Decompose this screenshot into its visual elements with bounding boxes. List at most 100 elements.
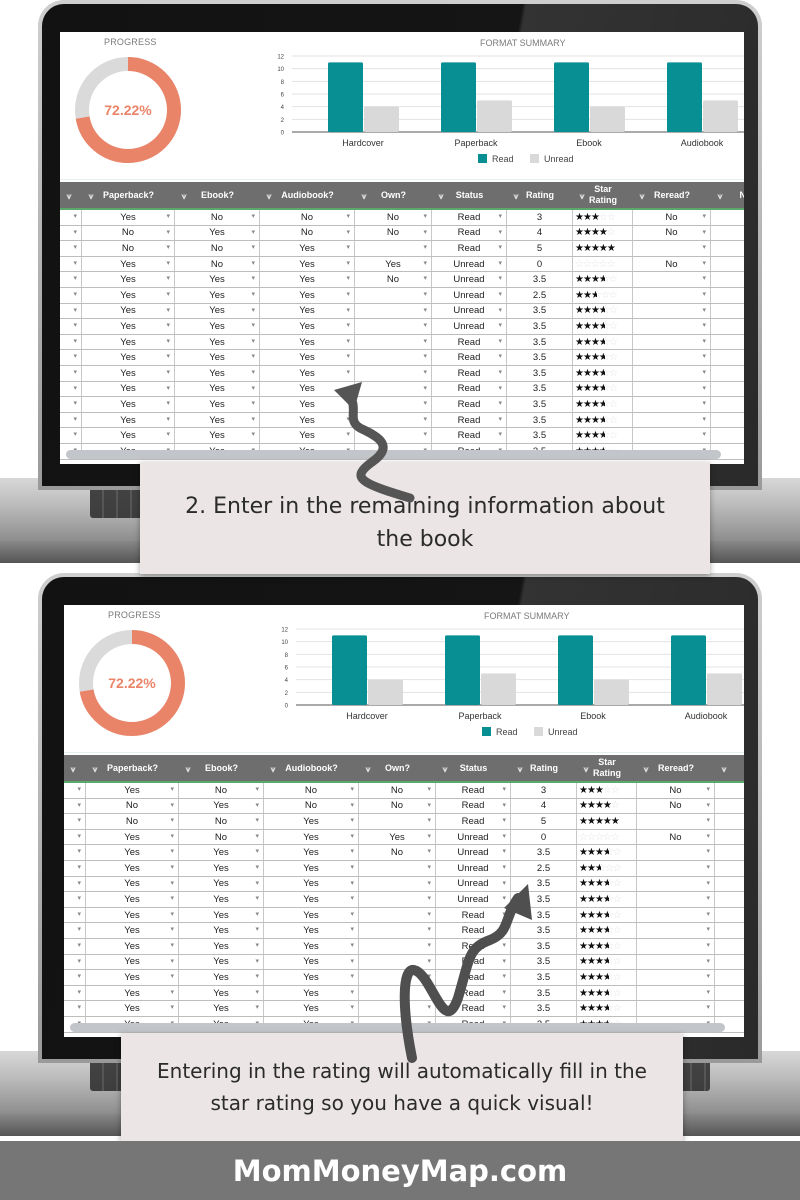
table-cell[interactable] [711, 428, 744, 443]
dropdown-arrow-icon[interactable]: ▾ [350, 832, 354, 840]
dropdown-arrow-icon[interactable]: ▾ [170, 832, 174, 840]
table-cell[interactable]: Yes ▾ [86, 907, 179, 923]
filter-icon[interactable]: ⩛ [264, 191, 274, 202]
table-cell[interactable]: Yes ▾ [260, 303, 355, 319]
column-header[interactable]: ⩛ Reread? [633, 182, 711, 208]
table-cell[interactable]: Yes ▾ [82, 256, 175, 272]
table-cell[interactable]: ▾ [355, 287, 432, 303]
table-cell[interactable]: Read ▾ [432, 428, 507, 443]
table-cell[interactable]: No ▾ [175, 241, 260, 256]
dropdown-arrow-icon[interactable]: ▾ [502, 972, 506, 980]
table-cell[interactable]: ▾ [637, 814, 715, 829]
dropdown-arrow-icon[interactable]: ▾ [706, 863, 710, 871]
table-cell[interactable] [715, 955, 744, 970]
dropdown-arrow-icon[interactable]: ▾ [170, 785, 174, 793]
dropdown-arrow-icon[interactable]: ▾ [77, 941, 81, 949]
dropdown-arrow-icon[interactable]: ▾ [427, 863, 431, 871]
table-cell[interactable]: No ▾ [179, 783, 264, 798]
dropdown-arrow-icon[interactable]: ▾ [251, 430, 255, 438]
table-cell[interactable]: Yes ▾ [355, 256, 432, 272]
table-cell[interactable]: Yes ▾ [260, 365, 355, 381]
dropdown-arrow-icon[interactable]: ▾ [706, 832, 710, 840]
table-cell[interactable]: Read ▾ [436, 923, 511, 938]
dropdown-arrow-icon[interactable]: ▾ [350, 847, 354, 855]
dropdown-arrow-icon[interactable]: ▾ [427, 941, 431, 949]
table-cell[interactable]: 5 [511, 814, 577, 829]
table-cell[interactable]: Yes ▾ [179, 845, 264, 860]
table-cell[interactable]: ▾ [633, 241, 711, 256]
table-cell[interactable] [711, 304, 744, 319]
table-cell[interactable]: No ▾ [359, 845, 436, 860]
table-cell[interactable]: 3.5 [511, 892, 577, 907]
table-cell[interactable]: ▾ [359, 860, 436, 876]
dropdown-arrow-icon[interactable]: ▾ [502, 894, 506, 902]
dropdown-arrow-icon[interactable]: ▾ [77, 988, 81, 996]
column-header[interactable]: ⩛ [60, 182, 82, 208]
filter-icon[interactable]: ⩛ [719, 764, 729, 775]
table-cell[interactable]: No ▾ [86, 814, 179, 829]
dropdown-arrow-icon[interactable]: ▾ [498, 259, 502, 267]
dropdown-arrow-icon[interactable]: ▾ [427, 816, 431, 824]
dropdown-arrow-icon[interactable]: ▾ [502, 1003, 506, 1011]
dropdown-arrow-icon[interactable]: ▾ [77, 1003, 81, 1011]
dropdown-arrow-icon[interactable]: ▾ [255, 910, 259, 918]
dropdown-arrow-icon[interactable]: ▾ [166, 306, 170, 314]
table-cell[interactable]: ▾ [60, 350, 82, 365]
table-cell[interactable]: Read ▾ [432, 381, 507, 397]
dropdown-arrow-icon[interactable]: ▾ [346, 259, 350, 267]
table-cell[interactable]: Yes ▾ [175, 319, 260, 334]
table-cell[interactable]: Yes ▾ [86, 923, 179, 938]
dropdown-arrow-icon[interactable]: ▾ [702, 399, 706, 407]
table-cell[interactable]: Yes ▾ [264, 814, 359, 829]
table-cell[interactable]: ▾ [633, 412, 711, 428]
table-cell[interactable] [711, 226, 744, 241]
table-cell[interactable]: ▾ [359, 938, 436, 954]
table-cell[interactable]: Yes ▾ [179, 892, 264, 907]
dropdown-arrow-icon[interactable]: ▾ [73, 259, 77, 267]
table-cell[interactable]: ▾ [637, 907, 715, 923]
dropdown-arrow-icon[interactable]: ▾ [166, 259, 170, 267]
dropdown-arrow-icon[interactable]: ▾ [77, 785, 81, 793]
filter-icon[interactable]: ⩛ [436, 191, 446, 202]
dropdown-arrow-icon[interactable]: ▾ [350, 972, 354, 980]
table-cell[interactable]: Yes ▾ [82, 272, 175, 287]
dropdown-arrow-icon[interactable]: ▾ [251, 368, 255, 376]
dropdown-arrow-icon[interactable]: ▾ [706, 910, 710, 918]
table-cell[interactable] [711, 210, 744, 225]
table-cell[interactable]: Unread ▾ [432, 272, 507, 287]
table-cell[interactable]: ▾ [633, 350, 711, 365]
table-cell[interactable]: Yes ▾ [260, 272, 355, 287]
dropdown-arrow-icon[interactable]: ▾ [251, 399, 255, 407]
table-cell[interactable] [711, 335, 744, 350]
dropdown-arrow-icon[interactable]: ▾ [502, 785, 506, 793]
table-cell[interactable]: Yes ▾ [82, 350, 175, 365]
dropdown-arrow-icon[interactable]: ▾ [346, 228, 350, 236]
table-cell[interactable]: Yes ▾ [179, 798, 264, 814]
table-cell[interactable]: ▾ [355, 381, 432, 397]
dropdown-arrow-icon[interactable]: ▾ [251, 352, 255, 360]
table-cell[interactable]: ▾ [359, 814, 436, 829]
column-header[interactable]: ⩛ Star Rating [573, 182, 633, 208]
dropdown-arrow-icon[interactable]: ▾ [251, 415, 255, 423]
table-cell[interactable]: ▾ [64, 970, 86, 985]
column-header[interactable]: ⩛ Rating [511, 755, 577, 781]
table-cell[interactable]: Yes ▾ [86, 985, 179, 1001]
dropdown-arrow-icon[interactable]: ▾ [251, 259, 255, 267]
filter-icon[interactable]: ⩛ [641, 764, 651, 775]
dropdown-arrow-icon[interactable]: ▾ [77, 832, 81, 840]
dropdown-arrow-icon[interactable]: ▾ [166, 352, 170, 360]
table-cell[interactable]: Yes ▾ [175, 334, 260, 350]
table-cell[interactable]: No ▾ [82, 225, 175, 241]
table-cell[interactable]: ▾ [60, 319, 82, 334]
table-cell[interactable]: Yes ▾ [82, 381, 175, 397]
column-header[interactable]: ⩛ Star Rating [577, 755, 637, 781]
dropdown-arrow-icon[interactable]: ▾ [346, 352, 350, 360]
table-cell[interactable]: Yes ▾ [260, 412, 355, 428]
table-cell[interactable]: ▾ [359, 970, 436, 985]
table-cell[interactable] [711, 382, 744, 397]
dropdown-arrow-icon[interactable]: ▾ [706, 957, 710, 965]
table-cell[interactable]: 0 [507, 256, 573, 272]
dropdown-arrow-icon[interactable]: ▾ [73, 399, 77, 407]
filter-icon[interactable]: ⩛ [68, 764, 78, 775]
table-cell[interactable]: ▾ [64, 907, 86, 923]
